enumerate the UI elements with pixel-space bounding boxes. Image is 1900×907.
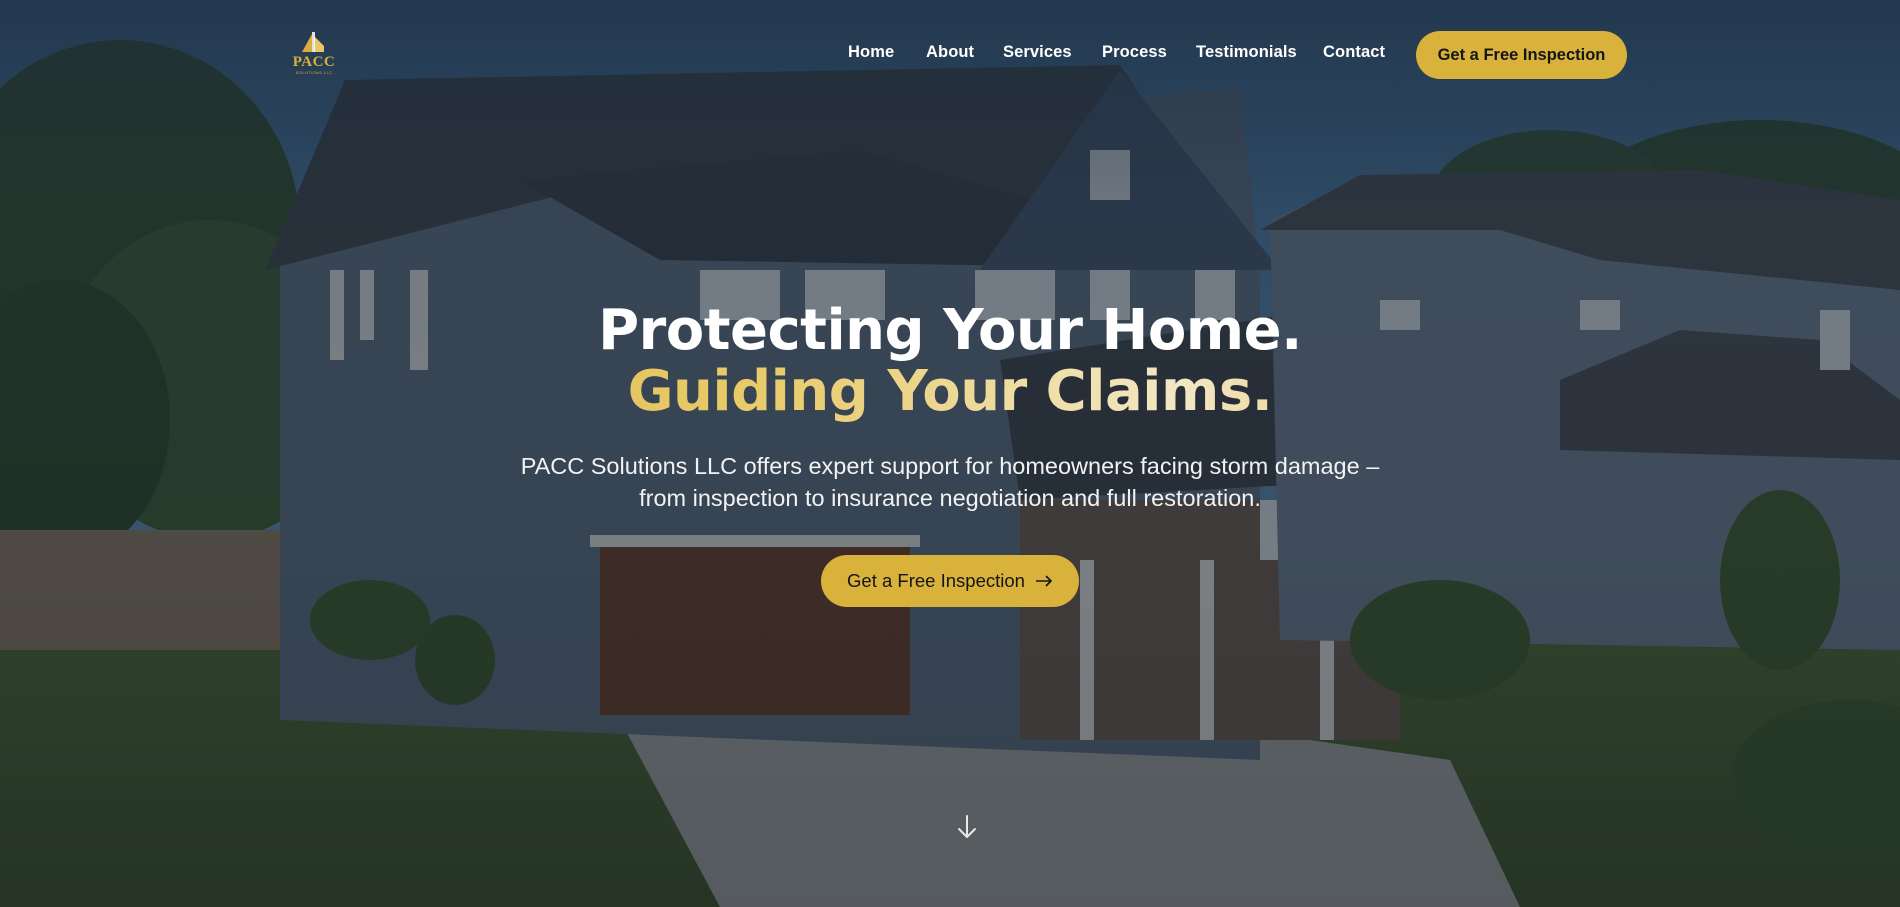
site-logo[interactable]: PACC SOLUTIONS LLC xyxy=(288,30,340,76)
nav-item-testimonials[interactable]: Testimonials xyxy=(1196,43,1297,62)
logo-subtext: SOLUTIONS LLC xyxy=(295,70,333,75)
arrow-right-icon xyxy=(1035,571,1053,591)
nav-item-contact[interactable]: Contact xyxy=(1323,43,1385,62)
nav-item-home[interactable]: Home xyxy=(848,43,894,62)
logo-text: PACC xyxy=(292,54,336,70)
hero-title-line2: Guiding Your Claims. xyxy=(0,361,1900,422)
hero-inspection-button-label: Get a Free Inspection xyxy=(847,570,1025,591)
nav-item-services[interactable]: Services xyxy=(1003,43,1072,62)
site-header: PACC SOLUTIONS LLC Home About Services P… xyxy=(0,0,1900,110)
hero-title: Protecting Your Home. Guiding Your Claim… xyxy=(0,300,1900,422)
hero-inspection-button[interactable]: Get a Free Inspection xyxy=(821,555,1079,607)
header-inspection-button[interactable]: Get a Free Inspection xyxy=(1416,31,1627,79)
hero-subtitle: PACC Solutions LLC offers expert support… xyxy=(520,453,1380,511)
hero-title-line1: Protecting Your Home. xyxy=(598,298,1302,363)
nav-item-about[interactable]: About xyxy=(926,43,974,62)
nav-item-process[interactable]: Process xyxy=(1102,43,1167,62)
header-inspection-button-label: Get a Free Inspection xyxy=(1437,45,1606,64)
arrow-down-icon[interactable] xyxy=(952,812,982,842)
